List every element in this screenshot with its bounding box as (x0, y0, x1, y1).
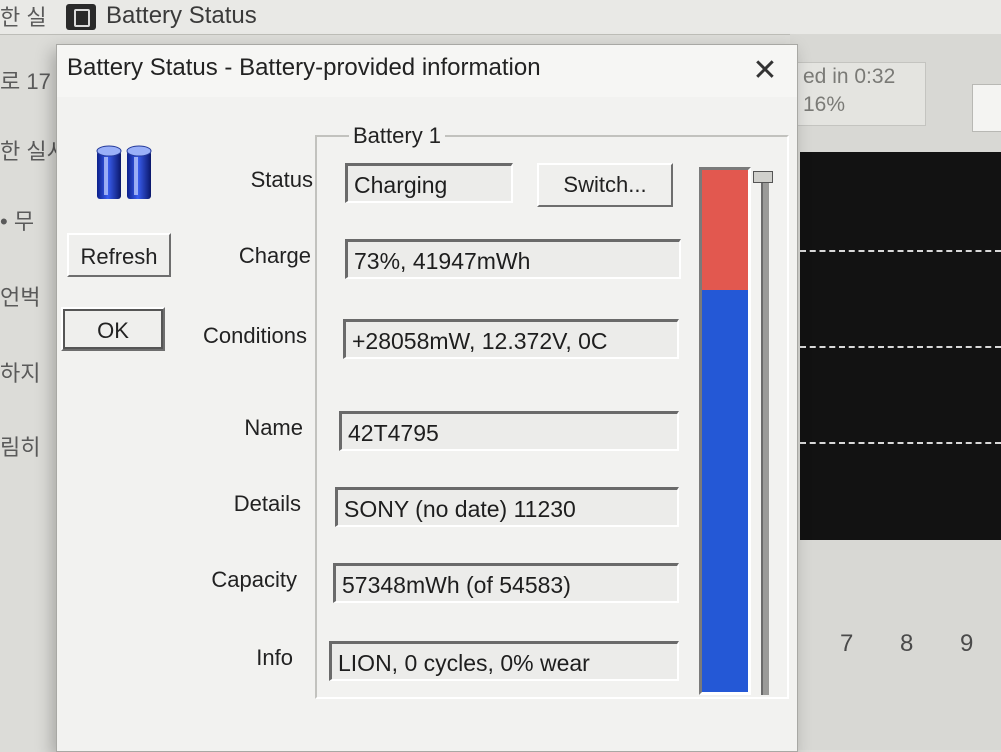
background-status-box: ed in 0:32 16% (796, 62, 926, 126)
status-field: Charging (345, 163, 513, 203)
close-icon[interactable]: ✕ (747, 55, 783, 87)
background-text: • 무 (0, 209, 35, 234)
name-label: Name (244, 415, 303, 440)
conditions-label: Conditions (203, 323, 307, 348)
background-window-title: Battery Status (106, 2, 257, 29)
background-graph (800, 152, 1001, 540)
background-text: 한 실 (0, 5, 47, 30)
refresh-button[interactable]: Refresh (67, 233, 171, 277)
dialog-titlebar[interactable]: Battery Status - Battery-provided inform… (57, 45, 797, 97)
battery-cells-icon (96, 145, 152, 199)
background-text: 로 17 (0, 69, 51, 94)
level-slider-track[interactable] (761, 175, 769, 695)
switch-button[interactable]: Switch... (537, 163, 673, 207)
axis-tick-label: 7 (840, 630, 854, 657)
app-icon (66, 4, 96, 30)
background-status-percent: 16% (803, 93, 846, 116)
dialog-title: Battery Status - Battery-provided inform… (67, 54, 541, 81)
charge-label: Charge (238, 243, 311, 268)
info-field: LION, 0 cycles, 0% wear (329, 641, 679, 681)
status-label: Status (250, 167, 313, 192)
axis-tick-label: 8 (900, 630, 914, 657)
charge-level-bar (699, 167, 751, 695)
battery-group-title: Battery 1 (349, 123, 446, 149)
charge-level-empty (702, 170, 748, 291)
background-text: 한 실시 (0, 139, 58, 164)
details-field: SONY (no date) 11230 (335, 487, 679, 527)
details-label: Details (233, 491, 301, 516)
level-slider-thumb[interactable] (753, 171, 773, 183)
capacity-label: Capacity (211, 567, 297, 592)
ok-button[interactable]: OK (61, 307, 165, 351)
background-window-titlebar: Battery Status (0, 0, 1001, 35)
charge-level-fill (702, 290, 748, 692)
axis-tick-label: 9 (960, 630, 974, 657)
charge-field: 73%, 41947mWh (345, 239, 681, 279)
conditions-field: +28058mW, 12.372V, 0C (343, 319, 679, 359)
graph-gridline (800, 442, 1001, 444)
capacity-field: 57348mWh (of 54583) (333, 563, 679, 603)
background-text: 하지 (0, 361, 41, 386)
graph-gridline (800, 346, 1001, 348)
info-label: Info (256, 645, 293, 670)
name-field: 42T4795 (339, 411, 679, 451)
background-text: 언벅 (0, 285, 41, 310)
graph-gridline (800, 250, 1001, 252)
battery-status-dialog: Battery Status - Battery-provided inform… (56, 44, 798, 752)
background-status-time: ed in 0:32 (803, 65, 896, 88)
background-text: 림히 (0, 435, 41, 460)
background-side-box (972, 84, 1001, 132)
